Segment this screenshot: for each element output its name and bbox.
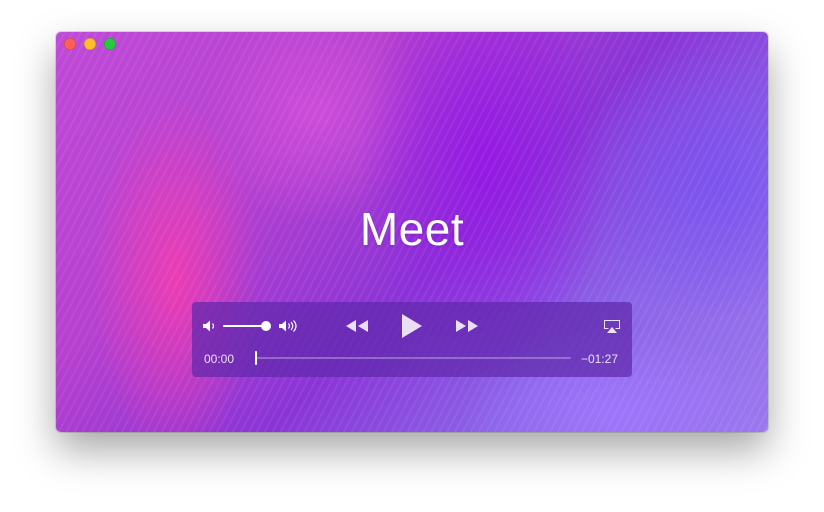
playback-controls: 00:00 −01:27 [192, 302, 632, 377]
volume-fill [223, 325, 266, 327]
zoom-button[interactable] [104, 38, 116, 50]
window-controls [64, 38, 116, 50]
fast-forward-icon[interactable] [454, 318, 480, 334]
rewind-icon[interactable] [344, 318, 370, 334]
airplay-icon[interactable] [603, 319, 621, 334]
play-icon[interactable] [400, 313, 424, 339]
close-button[interactable] [64, 38, 76, 50]
minimize-button[interactable] [84, 38, 96, 50]
playhead[interactable] [255, 351, 257, 365]
player-window: Meet 00:00 −01:27 [56, 32, 768, 432]
volume-knob[interactable] [260, 321, 271, 331]
remaining-time: −01:27 [580, 352, 618, 366]
speaker-low-icon[interactable] [202, 319, 218, 333]
speaker-high-icon[interactable] [278, 319, 302, 333]
progress-bar[interactable] [255, 351, 571, 365]
volume-slider[interactable] [223, 321, 271, 331]
elapsed-time: 00:00 [204, 352, 235, 366]
video-caption: Meet [359, 203, 465, 255]
